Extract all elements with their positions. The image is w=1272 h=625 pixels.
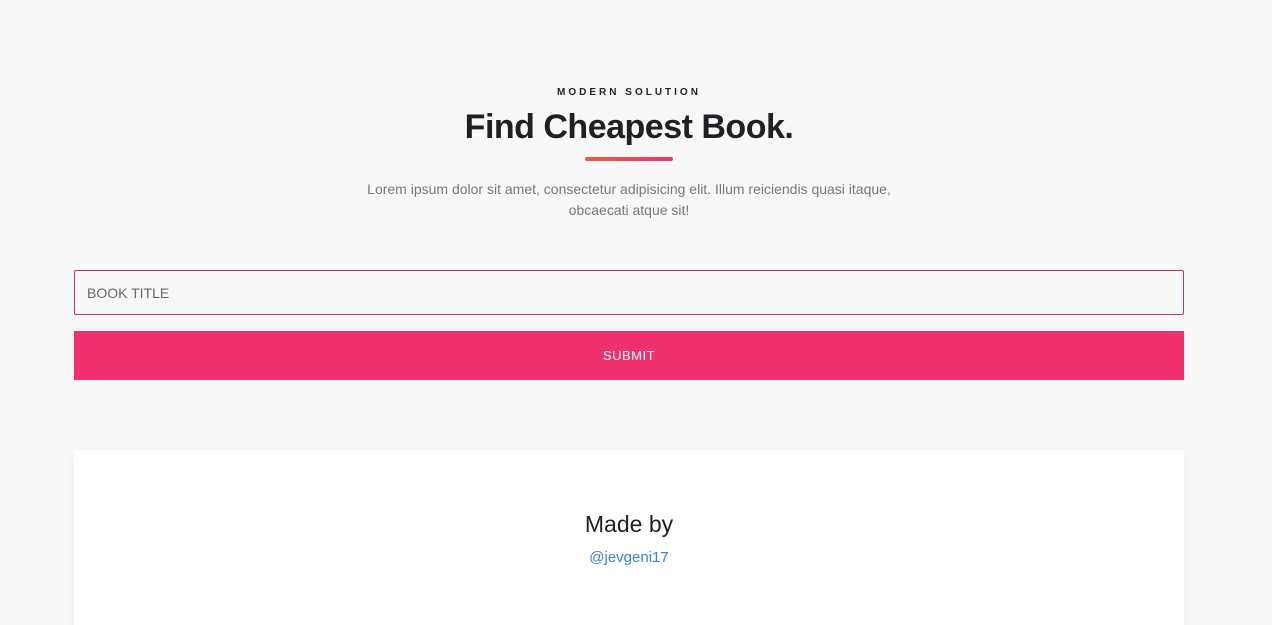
author-link[interactable]: @jevgeni17: [74, 549, 1184, 566]
submit-button[interactable]: SUBMIT: [74, 331, 1184, 380]
page-title: Find Cheapest Book.: [464, 108, 794, 146]
footer-card: Made by @jevgeni17: [74, 450, 1184, 625]
page-description: Lorem ipsum dolor sit amet, consectetur …: [367, 181, 891, 218]
section-eyebrow: MODERN SOLUTION: [557, 87, 701, 98]
book-title-input[interactable]: [74, 270, 1184, 315]
page: MODERN SOLUTION Find Cheapest Book. Lore…: [0, 0, 1272, 625]
title-underline-divider: [585, 157, 673, 161]
made-by-heading: Made by: [584, 511, 674, 537]
